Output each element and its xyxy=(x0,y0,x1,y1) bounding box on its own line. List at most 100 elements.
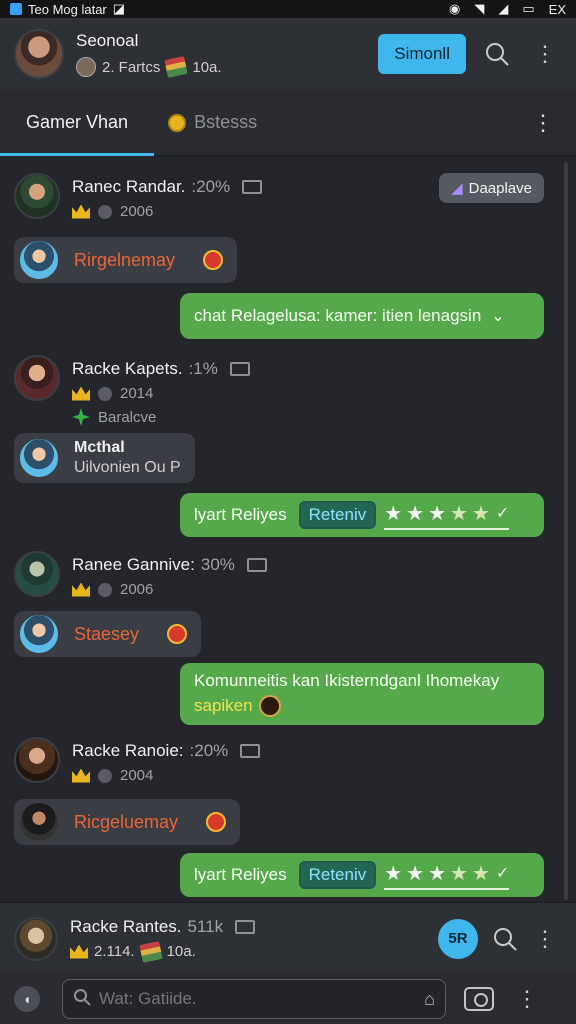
user-percent: :20% xyxy=(189,741,229,760)
crown-icon xyxy=(70,944,88,959)
more-options-icon[interactable]: ⋮ xyxy=(528,37,562,71)
star-icon[interactable]: ★ xyxy=(472,861,490,886)
bubble-title: Mcthal xyxy=(74,439,125,456)
star-icon[interactable]: ★ xyxy=(450,501,468,526)
reply-box[interactable]: Reteniv xyxy=(298,861,377,889)
star-icon[interactable]: ★ xyxy=(406,501,424,526)
check-icon: ✓ xyxy=(495,505,510,522)
current-user-sub-2: 10a. xyxy=(166,943,196,960)
message-bubble[interactable]: Mcthal Uilvonien Ou P xyxy=(14,433,195,483)
reply-label: lyart Reliyes xyxy=(194,865,287,884)
reply-box[interactable]: Reteniv xyxy=(298,501,377,529)
tab-bstesss-label: Bstesss xyxy=(194,112,258,132)
tabs-more-icon[interactable]: ⋮ xyxy=(532,110,554,136)
current-user-name-text: Racke Rantes. xyxy=(70,916,182,936)
message-reply-rating[interactable]: lyart Reliyes Reteniv ★ ★ ★ ★ ★ ✓ xyxy=(180,853,544,897)
level-icon xyxy=(98,204,112,219)
message-user-row: Racke Ranoie: :20% 2004 xyxy=(14,737,261,784)
user-year: 2004 xyxy=(120,767,154,784)
message-bubble-self[interactable]: chat Relagelusa: kamer: itien lenagsin ⌄ xyxy=(180,293,544,339)
bubble-avatar xyxy=(18,613,60,655)
tab-gamer-vhan[interactable]: Gamer Vhan xyxy=(0,90,155,156)
message-user-row: Ranee Gannive: 30% 2006 xyxy=(14,551,267,598)
message-user-row: Ranec Randar. :20% 2006 xyxy=(14,173,263,220)
bubble-name: Rirgelnemay xyxy=(74,249,176,270)
reaction-icon[interactable] xyxy=(203,250,224,270)
more-options-icon[interactable]: ⋮ xyxy=(510,982,544,1016)
join-button[interactable]: Simonll xyxy=(378,34,466,74)
edit-icon[interactable] xyxy=(242,180,263,194)
star-icon[interactable]: ★ xyxy=(428,501,446,526)
action-fab[interactable]: 5R xyxy=(438,918,478,959)
bubble-avatar xyxy=(18,801,60,843)
reaction-icon[interactable] xyxy=(167,624,188,644)
user-stats: 2014 xyxy=(72,385,250,402)
user-badge[interactable]: ◢ Daaplave xyxy=(439,173,544,203)
books-icon xyxy=(138,940,163,963)
message-input-container[interactable]: ⌂ xyxy=(62,979,446,1019)
star-icon[interactable]: ★ xyxy=(384,861,402,886)
reply-label: lyart Reliyes xyxy=(194,505,287,524)
header-sub-text: 2. Fartcs xyxy=(102,58,161,76)
edit-icon[interactable] xyxy=(246,558,267,572)
tab-bstesss[interactable]: Bstesss xyxy=(154,90,283,156)
battery-icon: ▭ xyxy=(522,1,535,16)
message-bubble[interactable]: Rirgelnemay xyxy=(14,237,238,283)
current-user-avatar[interactable] xyxy=(14,916,58,961)
star-icon[interactable]: ★ xyxy=(384,501,402,526)
more-options-icon[interactable]: ⋮ xyxy=(528,922,562,956)
clover-icon xyxy=(72,408,90,426)
message-reply-rating[interactable]: lyart Reliyes Reteniv ★ ★ ★ ★ ★ ✓ xyxy=(180,493,544,537)
user-name-text: Racke Ranoie: xyxy=(72,741,184,760)
books-icon xyxy=(164,56,189,78)
user-name-text: Racke Kapets. xyxy=(72,359,183,378)
bubble-name: Ricgeluemay xyxy=(74,811,179,832)
search-icon[interactable] xyxy=(488,922,522,956)
level-icon xyxy=(98,582,112,597)
crown-icon xyxy=(72,204,90,219)
edit-icon[interactable] xyxy=(240,744,261,758)
compose-bar: ◖ ⌂ ⋮ xyxy=(0,974,576,1024)
star-icon[interactable]: ★ xyxy=(406,861,424,886)
reaction-icon[interactable] xyxy=(206,812,227,832)
level-icon xyxy=(98,386,112,401)
star-icon[interactable]: ★ xyxy=(472,501,490,526)
camera-icon[interactable] xyxy=(464,987,494,1011)
message-bubble[interactable]: Ricgeluemay xyxy=(14,799,241,845)
emoji-icon xyxy=(258,695,281,717)
microphone-icon[interactable]: ◖ xyxy=(14,986,40,1012)
search-icon[interactable] xyxy=(480,37,514,71)
message-input[interactable] xyxy=(99,989,389,1009)
edit-icon[interactable] xyxy=(229,362,250,376)
current-user-name: Racke Rantes. 511k xyxy=(70,916,256,937)
crown-icon xyxy=(72,768,90,783)
bubble-avatar xyxy=(18,239,60,281)
user-note-row: Baralcve xyxy=(72,408,250,426)
notification-icon: ◪ xyxy=(112,1,126,16)
chevron-down-icon[interactable]: ⌄ xyxy=(491,306,504,326)
header-info: Seonoal 2. Fartcs 10a. xyxy=(76,31,222,78)
star-icon[interactable]: ★ xyxy=(450,861,468,886)
user-avatar[interactable] xyxy=(14,551,60,597)
rating-stars[interactable]: ★ ★ ★ ★ ★ ✓ xyxy=(384,501,510,530)
current-user-info: Racke Rantes. 511k 2.114. 10a. xyxy=(70,916,256,963)
message-highlight: sapiken xyxy=(194,696,253,715)
rating-stars[interactable]: ★ ★ ★ ★ ★ ✓ xyxy=(384,861,510,890)
tab-bar: Gamer Vhan Bstesss ⋮ xyxy=(0,90,576,156)
user-avatar[interactable] xyxy=(14,355,60,401)
edit-icon[interactable] xyxy=(235,919,256,934)
coin-icon xyxy=(168,113,187,132)
user-meta: Racke Ranoie: :20% 2004 xyxy=(72,737,261,784)
message-bubble-self[interactable]: Komunneitis kan Ikisterndganl Ihomekay s… xyxy=(180,663,544,725)
user-percent: :1% xyxy=(188,359,218,378)
star-icon[interactable]: ★ xyxy=(428,861,446,886)
user-meta: Ranee Gannive: 30% 2006 xyxy=(72,551,267,598)
user-note: Baralcve xyxy=(98,408,157,426)
attachment-icon[interactable]: ⌂ xyxy=(424,989,435,1010)
user-avatar[interactable] xyxy=(14,173,60,219)
header-avatar[interactable] xyxy=(14,29,64,79)
user-stats: 2006 xyxy=(72,581,267,598)
user-avatar[interactable] xyxy=(14,737,60,783)
badge-icon: ◢ xyxy=(451,180,463,197)
message-bubble[interactable]: Staesey xyxy=(14,611,202,657)
